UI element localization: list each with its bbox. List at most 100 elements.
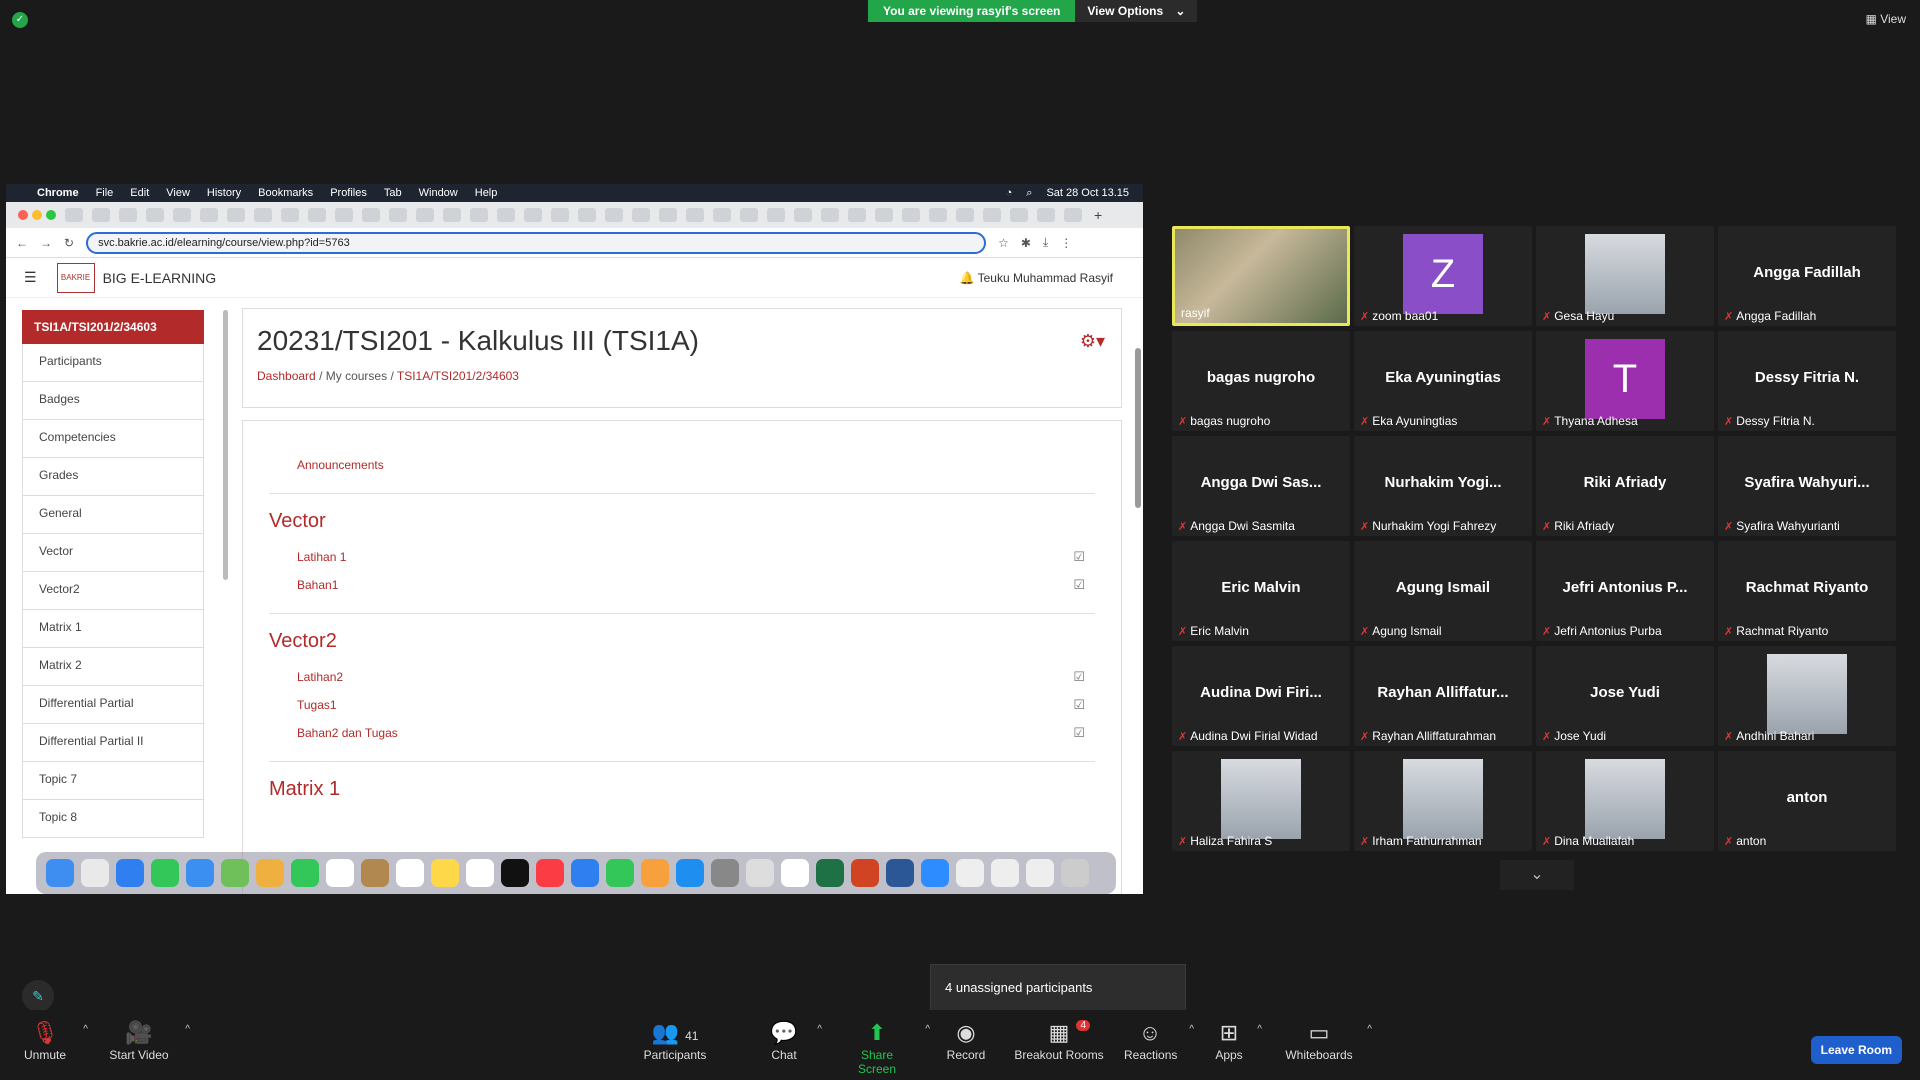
browser-tab[interactable] <box>200 208 218 222</box>
chevron-down-icon[interactable]: ⌄ <box>1500 860 1574 890</box>
safari-icon[interactable] <box>116 859 144 887</box>
browser-tab[interactable] <box>65 208 83 222</box>
completion-checkbox-icon[interactable]: ☑ <box>1073 697 1085 713</box>
browser-tab[interactable] <box>848 208 866 222</box>
powerpoint-icon[interactable] <box>851 859 879 887</box>
participant-tile[interactable]: Audina Dwi Firi... ✗ Audina Dwi Firial Wid… <box>1172 646 1350 746</box>
pages-icon[interactable] <box>641 859 669 887</box>
participant-tile[interactable]: Eka Ayuningtias ✗ Eka Ayuningtias <box>1354 331 1532 431</box>
browser-tab[interactable] <box>713 208 731 222</box>
chrome-icon[interactable] <box>781 859 809 887</box>
browser-tab[interactable] <box>119 208 137 222</box>
activity-link[interactable]: Latihan 1 ☑ <box>297 543 1095 571</box>
browser-tab[interactable] <box>983 208 1001 222</box>
browser-tab[interactable] <box>686 208 704 222</box>
completion-checkbox-icon[interactable]: ☑ <box>1073 725 1085 741</box>
maximize-window-icon[interactable] <box>46 210 56 220</box>
notes-icon[interactable] <box>431 859 459 887</box>
browser-tab[interactable] <box>281 208 299 222</box>
star-icon[interactable]: ☆ <box>998 236 1009 250</box>
new-tab-icon[interactable]: + <box>1094 207 1102 223</box>
chevron-up-icon[interactable]: ^ <box>185 1024 190 1035</box>
hamburger-icon[interactable]: ☰ <box>24 269 37 286</box>
browser-tab[interactable] <box>362 208 380 222</box>
view-options-button[interactable]: View Options ⌄ <box>1075 0 1198 22</box>
facetime-icon[interactable] <box>291 859 319 887</box>
crumb-dashboard[interactable]: Dashboard <box>257 369 316 383</box>
freeform-icon[interactable] <box>466 859 494 887</box>
participant-tile[interactable]: Angga Fadillah ✗ Angga Fadillah <box>1718 226 1896 326</box>
participant-tile[interactable]: ✗ Dina Muallafah <box>1536 751 1714 851</box>
reminders-icon[interactable] <box>396 859 424 887</box>
sidebar-item-topic8[interactable]: Topic 8 <box>22 800 204 838</box>
browser-tab[interactable] <box>551 208 569 222</box>
completion-checkbox-icon[interactable]: ☑ <box>1073 669 1085 685</box>
browser-tab[interactable] <box>416 208 434 222</box>
participant-tile[interactable]: ✗ Gesa Hayu <box>1536 226 1714 326</box>
sidebar-item-topic7[interactable]: Topic 7 <box>22 762 204 800</box>
browser-tab[interactable] <box>578 208 596 222</box>
leave-room-button[interactable]: Leave Room <box>1810 1036 1902 1064</box>
extensions-icon[interactable]: ✱ <box>1021 236 1031 250</box>
chevron-up-icon[interactable]: ^ <box>1367 1024 1372 1035</box>
completion-checkbox-icon[interactable]: ☑ <box>1073 577 1085 593</box>
messages-icon[interactable] <box>151 859 179 887</box>
participant-tile[interactable]: Nurhakim Yogi... ✗ Nurhakim Yogi Fahrezy <box>1354 436 1532 536</box>
menu-profiles[interactable]: Profiles <box>330 187 367 199</box>
sidebar-item-badges[interactable]: Badges <box>22 382 204 420</box>
chevron-up-icon[interactable]: ^ <box>925 1024 930 1035</box>
browser-tab[interactable] <box>92 208 110 222</box>
browser-tab[interactable] <box>443 208 461 222</box>
browser-tab[interactable] <box>1037 208 1055 222</box>
browser-tab[interactable] <box>1064 208 1082 222</box>
menu-help[interactable]: Help <box>475 187 498 199</box>
unmute-button[interactable]: 🎙 Unmute ^ <box>20 1018 88 1062</box>
chat-button[interactable]: 💬 Chat ^ <box>764 1018 822 1062</box>
sidebar-item-competencies[interactable]: Competencies <box>22 420 204 458</box>
clock[interactable]: Sat 28 Oct 13.15 <box>1046 187 1129 200</box>
reactions-button[interactable]: ☺ Reactions ^ <box>1124 1018 1194 1062</box>
download-icon[interactable]: ⤓ <box>1043 235 1048 250</box>
activity-link[interactable]: Latihan2 ☑ <box>297 663 1095 691</box>
sidebar-item-matrix1[interactable]: Matrix 1 <box>22 610 204 648</box>
menu-chrome[interactable]: Chrome <box>37 187 79 199</box>
crumb-course[interactable]: TSI1A/TSI201/2/34603 <box>397 369 519 383</box>
participant-tile[interactable]: Z ✗ zoom baa01 <box>1354 226 1532 326</box>
browser-tab[interactable] <box>632 208 650 222</box>
participant-tile[interactable]: ✗ Haliza Fahira S <box>1172 751 1350 851</box>
reload-icon[interactable]: ↻ <box>64 236 74 250</box>
browser-tab[interactable] <box>254 208 272 222</box>
participant-tile[interactable]: ✗ Irham Fathurrahman <box>1354 751 1532 851</box>
sidebar-item-participants[interactable]: Participants <box>22 344 204 382</box>
browser-tab[interactable] <box>389 208 407 222</box>
back-icon[interactable]: ← <box>16 236 28 250</box>
sidebar-item-vector[interactable]: Vector <box>22 534 204 572</box>
browser-tab[interactable] <box>875 208 893 222</box>
participant-tile[interactable]: Rachmat Riyanto ✗ Rachmat Riyanto <box>1718 541 1896 641</box>
participant-tile[interactable]: Syafira Wahyuri... ✗ Syafira Wahyurianti <box>1718 436 1896 536</box>
browser-tab[interactable] <box>794 208 812 222</box>
view-button[interactable]: ▦ View <box>1866 12 1906 26</box>
photos-icon[interactable] <box>256 859 284 887</box>
participant-tile[interactable]: bagas nugroho ✗ bagas nugroho <box>1172 331 1350 431</box>
participant-tile[interactable]: ✗ Andhini Bahari <box>1718 646 1896 746</box>
browser-tab[interactable] <box>335 208 353 222</box>
site-name[interactable]: BIG E-LEARNING <box>103 270 217 286</box>
participants-button[interactable]: 👥 41 Participants <box>640 1018 710 1062</box>
close-window-icon[interactable] <box>18 210 28 220</box>
announcements-link[interactable]: Announcements <box>297 451 1095 479</box>
launchpad-icon[interactable] <box>81 859 109 887</box>
url-field[interactable]: svc.bakrie.ac.id/elearning/course/view.p… <box>86 231 987 254</box>
browser-tab[interactable] <box>524 208 542 222</box>
participant-video-tile[interactable]: rasyif <box>1172 226 1350 326</box>
document-icon[interactable] <box>956 859 984 887</box>
completion-checkbox-icon[interactable]: ☑ <box>1073 549 1085 565</box>
keynote-icon[interactable] <box>571 859 599 887</box>
sidebar-item-diff-partial[interactable]: Differential Partial <box>22 686 204 724</box>
participant-tile[interactable]: Jose Yudi ✗ Jose Yudi <box>1536 646 1714 746</box>
browser-tab[interactable] <box>929 208 947 222</box>
maps-icon[interactable] <box>221 859 249 887</box>
contacts-icon[interactable] <box>361 859 389 887</box>
zoom-icon[interactable] <box>921 859 949 887</box>
participant-tile[interactable]: Angga Dwi Sas... ✗ Angga Dwi Sasmita <box>1172 436 1350 536</box>
